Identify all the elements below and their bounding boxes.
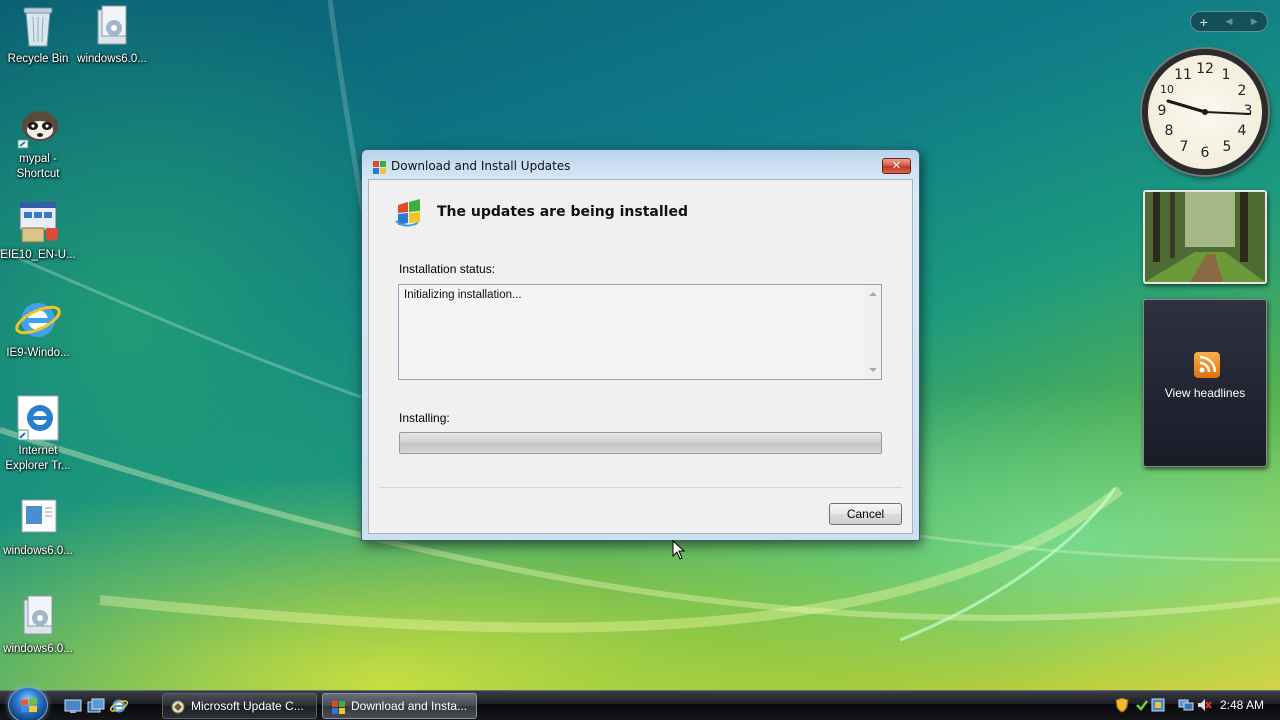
download-install-updates-dialog: Download and Install Updates ✕ The updat…	[361, 149, 920, 541]
show-desktop-icon[interactable]	[64, 697, 82, 715]
update-file-icon	[14, 494, 62, 542]
desktop-icon-windows-update-file[interactable]: windows6.0...	[0, 494, 76, 559]
desktop-icon-eie10-setup[interactable]: EIE10_EN-U...	[0, 198, 76, 263]
desktop-icon-internet-explorer-trial[interactable]: Internet Explorer Tr...	[0, 394, 76, 474]
installation-status-label: Installation status:	[399, 262, 496, 276]
installation-status-textbox[interactable]: Initializing installation...	[398, 284, 882, 380]
divider	[379, 487, 902, 488]
mouse-cursor-icon	[672, 540, 686, 560]
slideshow-gadget[interactable]	[1143, 190, 1267, 284]
view-headlines-link[interactable]: View headlines	[1144, 386, 1266, 400]
start-button[interactable]	[8, 687, 48, 720]
close-button[interactable]: ✕	[882, 158, 911, 174]
clock-hands	[1166, 99, 1251, 115]
internet-explorer-icon	[14, 296, 62, 344]
windows-update-icon	[373, 161, 386, 174]
windows-logo-icon	[21, 698, 37, 713]
internet-explorer-icon	[14, 394, 62, 442]
windows-update-icon	[395, 199, 420, 227]
desktop-icon-label: windows6.0...	[77, 53, 147, 65]
taskbar-button-label: Microsoft Update C...	[191, 699, 304, 713]
desktop-icon-windows-package-1[interactable]: windows6.0...	[74, 2, 150, 67]
recycle-bin-icon	[14, 2, 62, 50]
desktop-icon-label: EIE10_EN-U...	[0, 249, 76, 261]
desktop-icon-label: windows6.0...	[3, 643, 73, 655]
taskbar-button-label: Download and Insta...	[351, 699, 468, 713]
network-icon[interactable]	[1178, 697, 1194, 713]
setup-program-icon	[14, 198, 62, 246]
dialog-title: Download and Install Updates	[391, 159, 571, 173]
desktop-icon-label: windows6.0...	[3, 545, 73, 557]
desktop-icon-windows-package-2[interactable]: windows6.0...	[0, 592, 76, 657]
taskbar-clock[interactable]: 2:48 AM	[1220, 698, 1264, 712]
install-progress-bar	[399, 432, 882, 454]
scrollbar[interactable]	[865, 285, 881, 379]
security-shield-icon[interactable]	[1114, 697, 1130, 713]
desktop-icon-label: Internet Explorer Tr...	[5, 445, 71, 472]
switch-windows-icon[interactable]	[87, 697, 105, 715]
next-gadget-button[interactable]: ▶	[1242, 16, 1267, 27]
raccoon-browser-icon	[14, 102, 62, 150]
desktop-icon-mypal-shortcut[interactable]: mypal - Shortcut	[0, 102, 76, 182]
cancel-button[interactable]: Cancel	[829, 503, 902, 525]
windows-update-tray-icon[interactable]	[1150, 697, 1166, 713]
volume-muted-icon[interactable]	[1196, 697, 1212, 713]
update-check-icon[interactable]	[1134, 697, 1150, 713]
forest-photo	[1145, 192, 1265, 282]
page-title: The updates are being installed	[437, 204, 688, 220]
clock-gadget[interactable]: 12 1 2 3 4 5 6 7 8 9 10 11	[1142, 49, 1268, 175]
installation-status-text: Initializing installation...	[404, 289, 522, 301]
desktop-icon-label: mypal - Shortcut	[16, 153, 60, 180]
desktop-icon-recycle-bin[interactable]: Recycle Bin	[0, 2, 76, 67]
installing-label: Installing:	[399, 411, 450, 425]
rss-feed-icon	[1194, 352, 1220, 378]
desktop-icon-label: IE9-Windo...	[6, 347, 70, 359]
desktop-icon-label: Recycle Bin	[7, 53, 69, 65]
feed-headlines-gadget[interactable]: View headlines	[1143, 299, 1267, 467]
system-tray: 2:48 AM	[1108, 693, 1280, 719]
dialog-content: The updates are being installed Installa…	[368, 179, 913, 534]
sidebar-gadget-controls: + ◀ ▶	[1190, 11, 1268, 32]
scroll-up-arrow-icon[interactable]	[869, 292, 877, 296]
windows-update-icon	[332, 701, 345, 714]
desktop-icon-ie9-windows[interactable]: IE9-Windo...	[0, 296, 76, 361]
previous-gadget-button[interactable]: ◀	[1216, 16, 1241, 27]
microsoft-update-icon	[171, 700, 185, 714]
taskbar-button-microsoft-update[interactable]: Microsoft Update C...	[162, 693, 317, 719]
internet-explorer-icon[interactable]	[110, 697, 128, 715]
taskbar: Microsoft Update C... Download and Insta…	[0, 687, 1280, 720]
installer-package-icon	[14, 592, 62, 640]
add-gadget-button[interactable]: +	[1191, 14, 1216, 30]
scroll-down-arrow-icon[interactable]	[869, 368, 877, 372]
taskbar-button-download-install[interactable]: Download and Insta...	[322, 693, 477, 719]
installer-package-icon	[88, 2, 136, 50]
